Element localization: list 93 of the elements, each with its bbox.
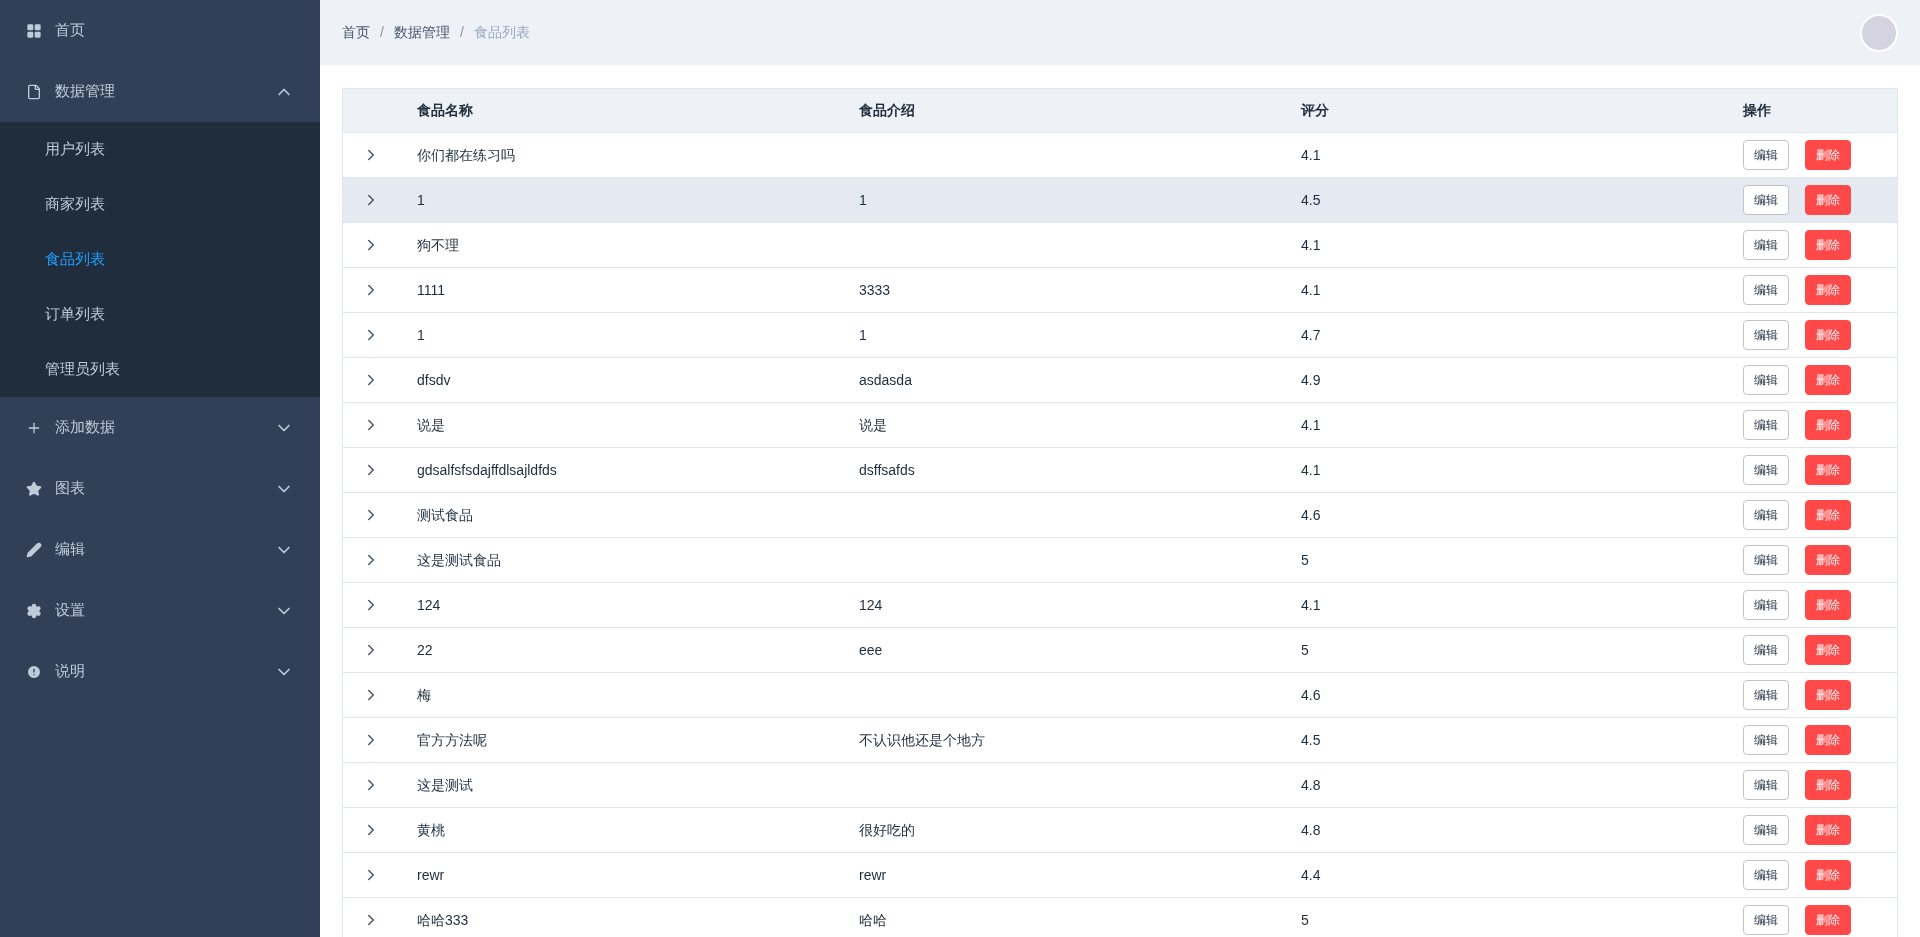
- column-header: 评分: [1301, 101, 1329, 120]
- table-cell-text: 4.1: [1301, 415, 1321, 435]
- table-cell-text: 5: [1301, 640, 1309, 660]
- breadcrumb-link[interactable]: 数据管理: [393, 22, 450, 43]
- table-cell-text: dfsdv: [417, 370, 451, 390]
- edit-button[interactable]: 编辑: [1743, 140, 1789, 170]
- table-cell-text: 4.6: [1301, 505, 1321, 525]
- table-cell-text: 4.1: [1301, 235, 1321, 255]
- edit-button[interactable]: 编辑: [1743, 185, 1789, 215]
- menu-item[interactable]: 说明: [0, 641, 320, 702]
- table-cell-text: eee: [859, 640, 883, 660]
- table-cell-text: 这是测试食品: [417, 550, 501, 570]
- document-icon: [26, 83, 42, 100]
- column-header: 操作: [1743, 101, 1771, 120]
- table-cell-text: 梅: [417, 685, 431, 705]
- submenu-item[interactable]: 商家列表: [0, 177, 320, 232]
- menu-item[interactable]: 设置: [0, 580, 320, 641]
- table-cell-text: 狗不理: [417, 235, 459, 255]
- submenu-item[interactable]: 订单列表: [0, 287, 320, 342]
- table-cell-text: 测试食品: [417, 505, 473, 525]
- exclamation-icon: [26, 663, 42, 680]
- menu-item[interactable]: 图表: [0, 458, 320, 519]
- table-cell-text: 你们都在练习吗: [417, 145, 515, 165]
- table-cell-text: 22: [417, 640, 433, 660]
- breadcrumb-link[interactable]: 首页: [342, 22, 370, 43]
- edit-button[interactable]: 编辑: [1743, 815, 1789, 845]
- table-cell-text: rewr: [417, 865, 445, 885]
- table-cell-text: 3333: [859, 280, 891, 300]
- table-cell-text: 不认识他还是个地方: [859, 730, 985, 750]
- edit-button[interactable]: 编辑: [1743, 545, 1789, 575]
- edit-button[interactable]: 编辑: [1743, 590, 1789, 620]
- table-cell-text: 1: [417, 190, 425, 210]
- table-cell-text: 这是测试: [417, 775, 473, 795]
- table-cell-text: 4.7: [1301, 325, 1321, 345]
- table-cell-text: 1: [417, 325, 425, 345]
- edit-button[interactable]: 编辑: [1743, 365, 1789, 395]
- table-cell-text: 4.5: [1301, 730, 1321, 750]
- edit-button[interactable]: 编辑: [1743, 680, 1789, 710]
- edit-button[interactable]: 编辑: [1743, 500, 1789, 530]
- table-cell-text: 说是: [417, 415, 445, 435]
- table-cell-text: 官方方法呢: [417, 730, 487, 750]
- edit-button[interactable]: 编辑: [1743, 725, 1789, 755]
- edit-button[interactable]: 编辑: [1743, 320, 1789, 350]
- table-cell-text: dsffsafds: [859, 460, 915, 480]
- edit-button[interactable]: 编辑: [1743, 905, 1789, 935]
- table-cell-text: 4.1: [1301, 460, 1321, 480]
- edit-button[interactable]: 编辑: [1743, 410, 1789, 440]
- table-cell-text: 4.5: [1301, 190, 1321, 210]
- submenu-item[interactable]: 用户列表: [0, 122, 320, 177]
- submenu-item[interactable]: 管理员列表: [0, 342, 320, 397]
- table-cell-text: asdasda: [859, 370, 912, 390]
- breadcrumb-separator: /: [459, 23, 464, 42]
- table-cell-text: 说是: [859, 415, 887, 435]
- table-cell-text: 4.4: [1301, 865, 1321, 885]
- table-cell-text: 4.9: [1301, 370, 1321, 390]
- table-cell-text: 黄桃: [417, 820, 445, 840]
- table-cell-text: 4.1: [1301, 280, 1321, 300]
- table-cell-text: 5: [1301, 550, 1309, 570]
- edit-button[interactable]: 编辑: [1743, 455, 1789, 485]
- menu-item[interactable]: 数据管理: [0, 61, 320, 122]
- table-cell-text: 4.8: [1301, 775, 1321, 795]
- edit-button[interactable]: 编辑: [1743, 230, 1789, 260]
- table-cell-text: 1111: [417, 280, 446, 300]
- menu-item[interactable]: 添加数据: [0, 397, 320, 458]
- column-header: 食品介绍: [859, 101, 915, 120]
- menu-item[interactable]: 首页: [0, 0, 320, 61]
- table-cell-text: 1: [859, 325, 867, 345]
- table-cell-text: 124: [859, 595, 883, 615]
- table-cell-text: rewr: [859, 865, 887, 885]
- table-cell-text: 4.1: [1301, 595, 1321, 615]
- table-cell-text: 4.8: [1301, 820, 1321, 840]
- pencil-icon: [26, 541, 42, 558]
- table-cell-text: 哈哈: [859, 910, 887, 930]
- submenu-item[interactable]: 食品列表: [0, 232, 320, 287]
- table-cell-text: 4.6: [1301, 685, 1321, 705]
- table-cell-text: 1: [859, 190, 867, 210]
- settings-icon: [26, 602, 42, 619]
- grid-icon: [26, 22, 42, 39]
- table-cell-text: 5: [1301, 910, 1309, 930]
- breadcrumb-separator: /: [380, 23, 384, 42]
- edit-button[interactable]: 编辑: [1743, 635, 1789, 665]
- table-cell-text: 很好吃的: [859, 820, 915, 840]
- table-row[interactable]: 1 1 4.5 编辑 删除: [343, 178, 1897, 223]
- edit-button[interactable]: 编辑: [1743, 770, 1789, 800]
- edit-button[interactable]: 编辑: [1743, 275, 1789, 305]
- table-cell-text: 4.1: [1301, 145, 1321, 165]
- menu-item[interactable]: 编辑: [0, 519, 320, 580]
- edit-button[interactable]: 编辑: [1743, 860, 1789, 890]
- table-cell-text: 哈哈333: [417, 910, 469, 930]
- star-icon: [26, 480, 42, 497]
- column-header: 食品名称: [417, 101, 473, 120]
- table-cell-text: 124: [417, 595, 441, 615]
- table-cell-text: gdsalfsfsdajffdlsajldfds: [417, 460, 557, 480]
